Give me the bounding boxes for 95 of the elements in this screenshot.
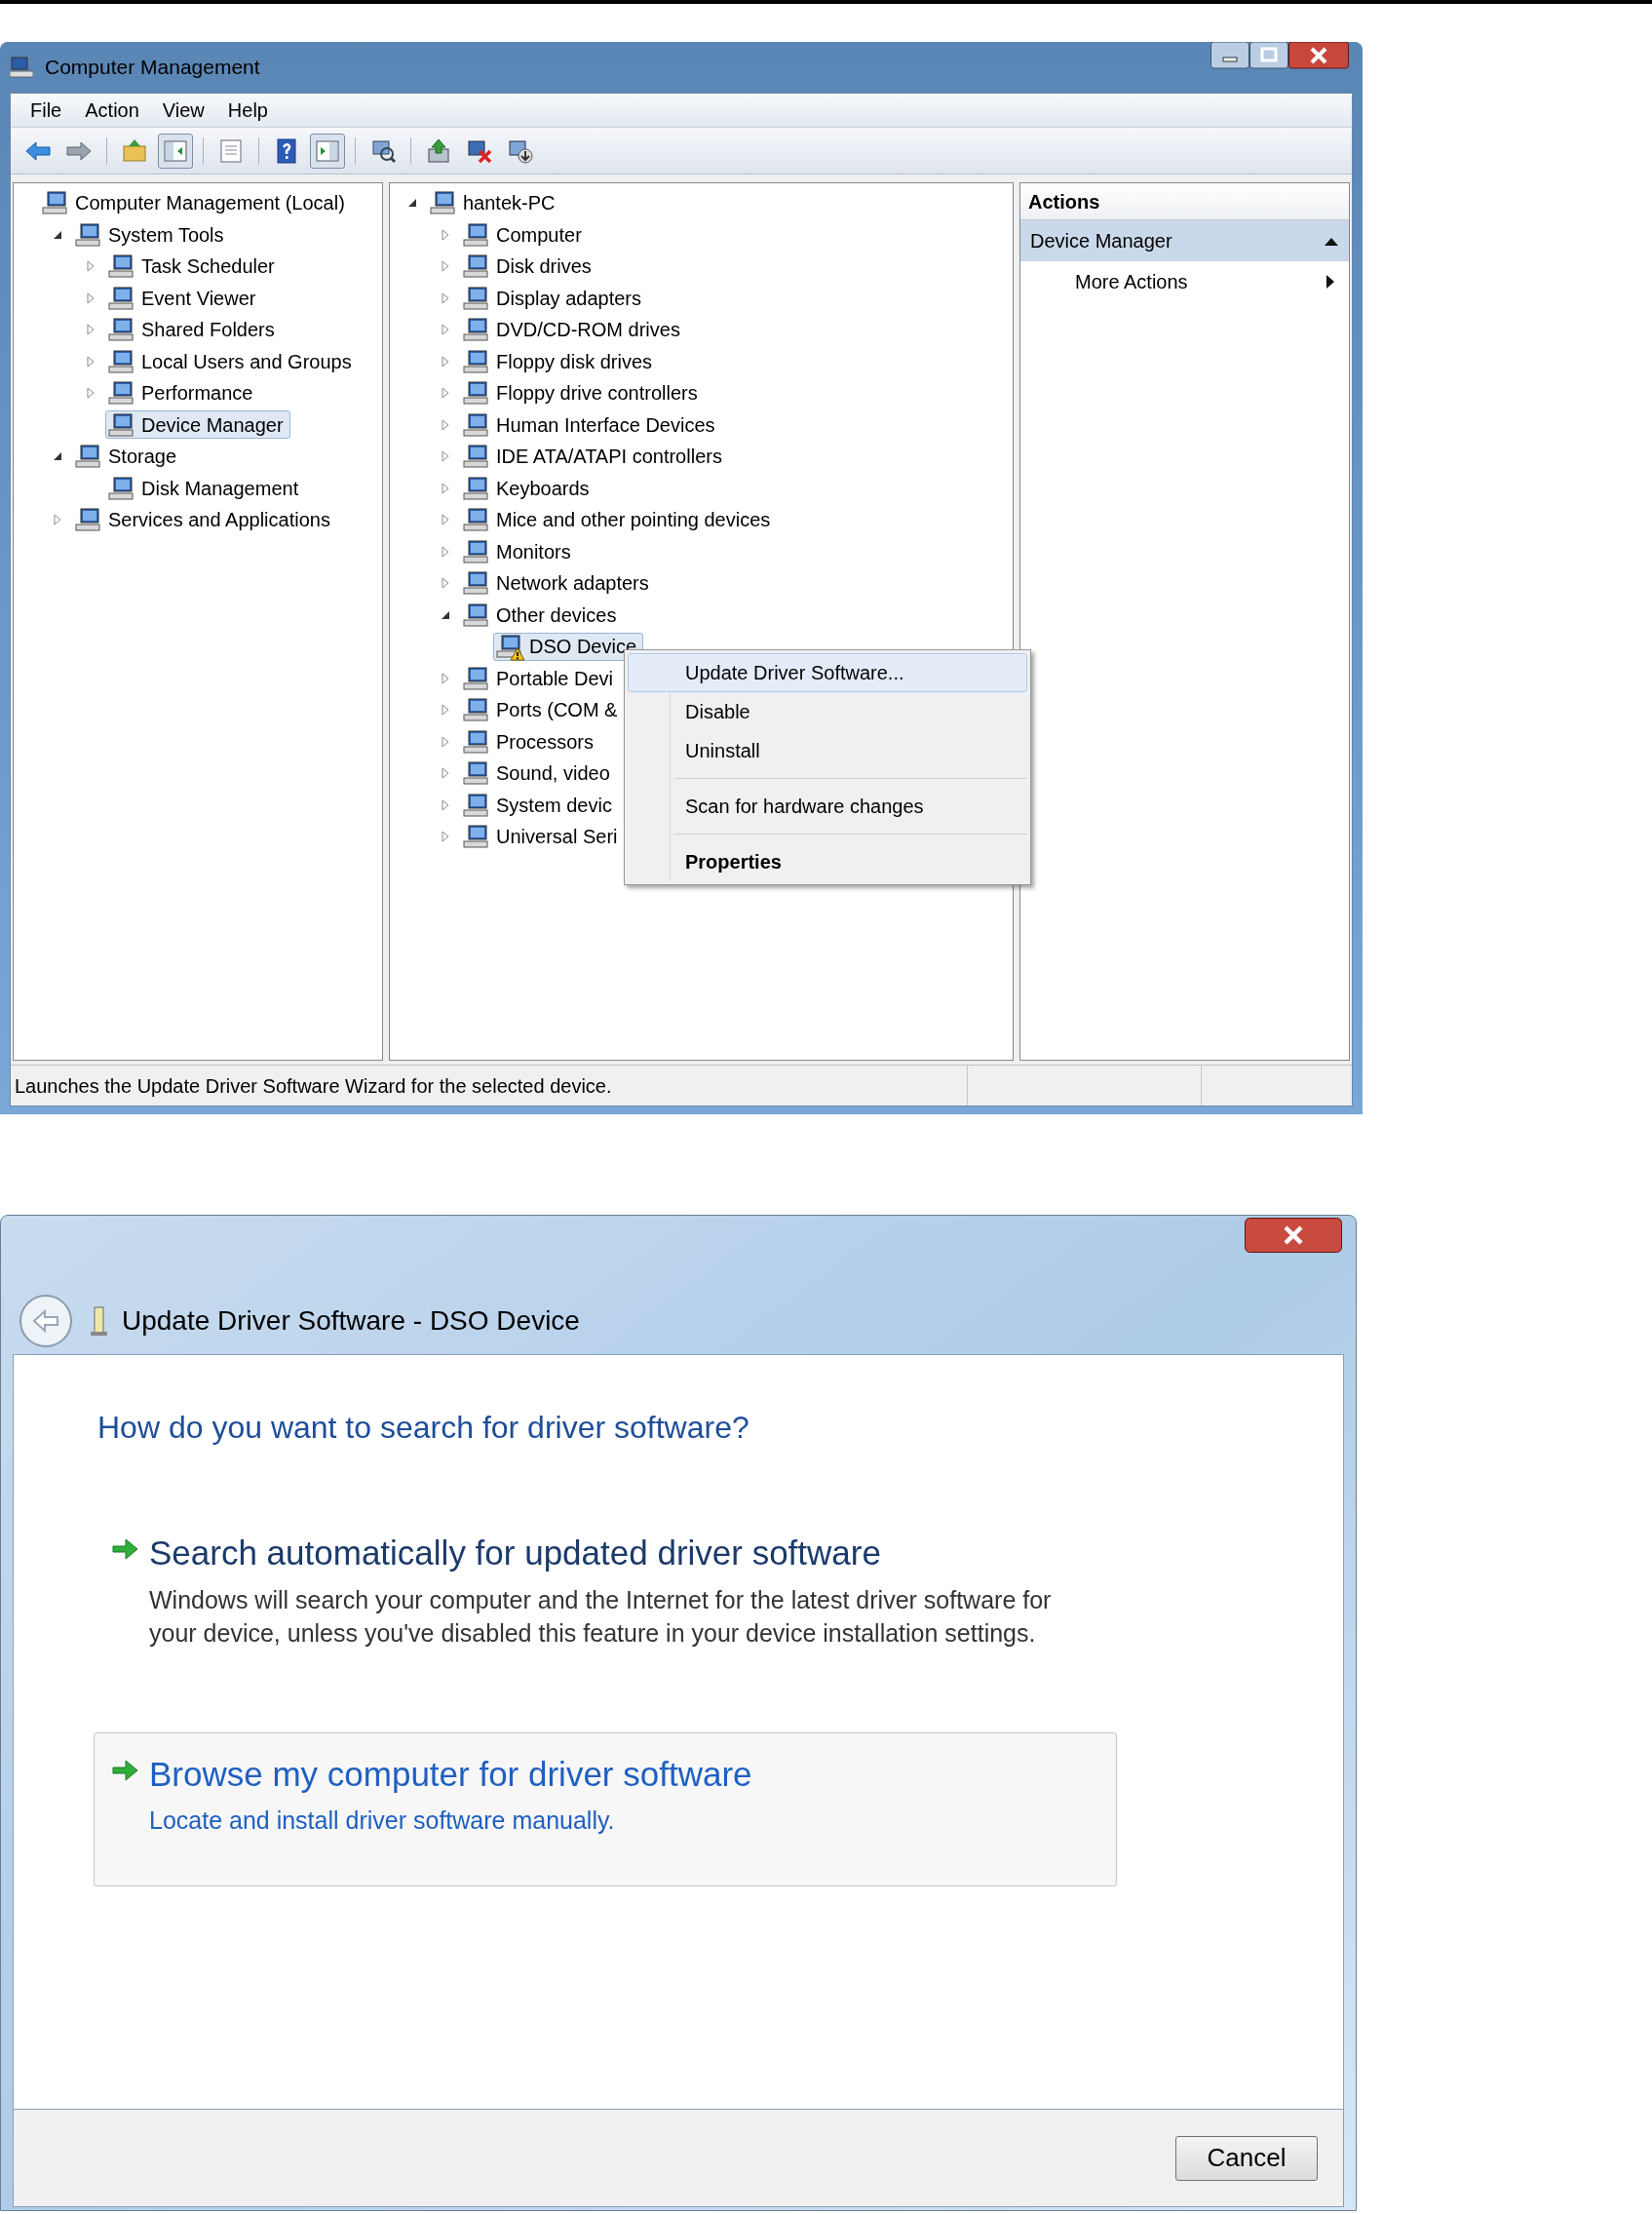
tree-item[interactable]: System Tools xyxy=(72,220,231,250)
action-pane-button[interactable] xyxy=(310,133,345,169)
tree-item[interactable]: Keyboards xyxy=(460,474,596,503)
minimize-icon[interactable] xyxy=(1210,42,1249,69)
option-link[interactable]: Browse my computer for driver software Locate and install driver software manually. xyxy=(94,1731,1117,1886)
tree-item[interactable]: Sound, video xyxy=(460,758,617,788)
computer-icon xyxy=(108,411,134,438)
computer-icon xyxy=(463,475,488,501)
window-title: Computer Management xyxy=(45,55,260,81)
tree-item[interactable]: Human Interface Devices xyxy=(460,410,722,440)
menu-item[interactable]: Properties xyxy=(628,842,1027,881)
computer-icon xyxy=(108,348,134,374)
option-title: Browse my computer for driver software xyxy=(149,1753,752,1795)
tree-item[interactable]: Display adapters xyxy=(460,284,648,313)
list-icon xyxy=(217,136,245,165)
computer-icon xyxy=(75,221,100,248)
computer-icon xyxy=(108,380,134,407)
tree-item[interactable]: Other devices xyxy=(460,601,624,630)
update-icon xyxy=(425,136,452,165)
dialog-heading: How do you want to search for driver software? xyxy=(97,1409,750,1447)
tree-item[interactable]: hantek-PC xyxy=(427,188,562,217)
computer-icon xyxy=(463,665,488,691)
back-button-icon[interactable] xyxy=(19,1294,73,1348)
menu-item[interactable]: View xyxy=(152,96,214,125)
menu-item[interactable]: Uninstall xyxy=(628,731,1027,770)
status-text: Launches the Update Driver Software Wizard for the selected device. xyxy=(14,1073,613,1099)
tree-item[interactable]: Event Viewer xyxy=(105,284,263,313)
computer-icon xyxy=(75,507,100,533)
computer-icon xyxy=(463,411,488,438)
computer-icon xyxy=(108,317,134,343)
tree-item[interactable]: Services and Applications xyxy=(72,505,337,534)
tree-item[interactable]: DVD/CD-ROM drives xyxy=(460,315,687,344)
computer-icon xyxy=(108,285,134,311)
computer-icon xyxy=(463,348,488,374)
tree-item[interactable]: Performance xyxy=(105,378,260,408)
submenu-arrow-icon xyxy=(1325,274,1335,290)
tree-item[interactable]: Disk Management xyxy=(105,474,306,503)
menu-item[interactable]: Help xyxy=(217,96,278,125)
console-tree-button[interactable] xyxy=(158,133,193,169)
maximize-icon[interactable] xyxy=(1249,42,1288,69)
tree-item[interactable]: IDE ATA/ATAPI controllers xyxy=(460,442,729,471)
tree-item[interactable]: Mice and other pointing devices xyxy=(460,505,778,534)
option-description: Locate and install driver software manually. xyxy=(149,1806,616,1836)
computer-icon xyxy=(463,221,488,248)
computer-icon xyxy=(108,253,134,280)
menu-item[interactable]: File xyxy=(20,96,72,125)
tree-item[interactable]: Floppy drive controllers xyxy=(460,378,705,408)
computer-icon xyxy=(430,190,455,216)
tree-item[interactable]: Computer Management (Local) xyxy=(39,188,352,217)
tree-item[interactable]: Device Manager xyxy=(105,410,290,440)
cancel-button[interactable]: Cancel xyxy=(1175,2135,1318,2181)
menu-item[interactable]: Action xyxy=(75,96,149,125)
tree-item[interactable]: System devic xyxy=(460,791,619,820)
tree-item[interactable]: Storage xyxy=(72,442,184,471)
computer-icon xyxy=(108,475,134,501)
tree-item[interactable]: Disk drives xyxy=(460,252,598,281)
tree-item[interactable]: Network adapters xyxy=(460,568,656,598)
actions-section[interactable]: Device Manager xyxy=(1020,220,1349,261)
tree-item[interactable]: Task Scheduler xyxy=(105,252,282,281)
computer-icon xyxy=(463,444,488,470)
computer-icon xyxy=(463,824,488,850)
computer-icon xyxy=(463,570,488,597)
tree-item[interactable]: Monitors xyxy=(460,537,578,566)
action-link[interactable]: More Actions xyxy=(1020,261,1349,302)
computer-icon xyxy=(463,792,488,818)
tree-item[interactable]: Shared Folders xyxy=(105,315,282,344)
tree-item[interactable]: Portable Devi xyxy=(460,664,621,693)
tree-item[interactable]: Local Users and Groups xyxy=(105,347,359,376)
option-title: Search automatically for updated driver software xyxy=(149,1533,882,1573)
computer-icon xyxy=(463,380,488,407)
computer-icon xyxy=(42,190,67,216)
tree-item[interactable]: Universal Seri xyxy=(460,822,625,851)
computer-icon xyxy=(463,317,488,343)
computer-icon xyxy=(463,285,488,311)
option-description: Windows will search your computer and the Internet for the latest driver software for your device, unless you've disabled this feature in your device installation settings. xyxy=(149,1584,1053,1649)
computer-icon xyxy=(75,444,100,470)
computer-icon xyxy=(10,57,33,78)
tree-item[interactable]: Processors xyxy=(460,727,601,757)
computer-icon xyxy=(463,697,488,723)
computer-icon xyxy=(463,253,488,280)
tree-item[interactable]: Floppy disk drives xyxy=(460,347,660,376)
tree-item[interactable]: Computer xyxy=(460,220,589,250)
computer-icon xyxy=(463,538,488,564)
computer-icon xyxy=(463,507,488,533)
tree-item[interactable]: Ports (COM & xyxy=(460,695,625,724)
device-icon xyxy=(89,1305,108,1337)
computer-icon xyxy=(463,602,488,628)
menu-item[interactable]: Disable xyxy=(628,692,1027,731)
computer-icon xyxy=(463,728,488,755)
computer-icon xyxy=(463,760,488,787)
menu-item[interactable]: Scan for hardware changes xyxy=(628,787,1027,826)
close-icon[interactable] xyxy=(1288,42,1349,69)
menu-item[interactable]: Update Driver Software... xyxy=(628,653,1027,692)
close-icon[interactable] xyxy=(1245,1218,1342,1253)
dialog-title: Update Driver Software - DSO Device xyxy=(122,1304,580,1338)
